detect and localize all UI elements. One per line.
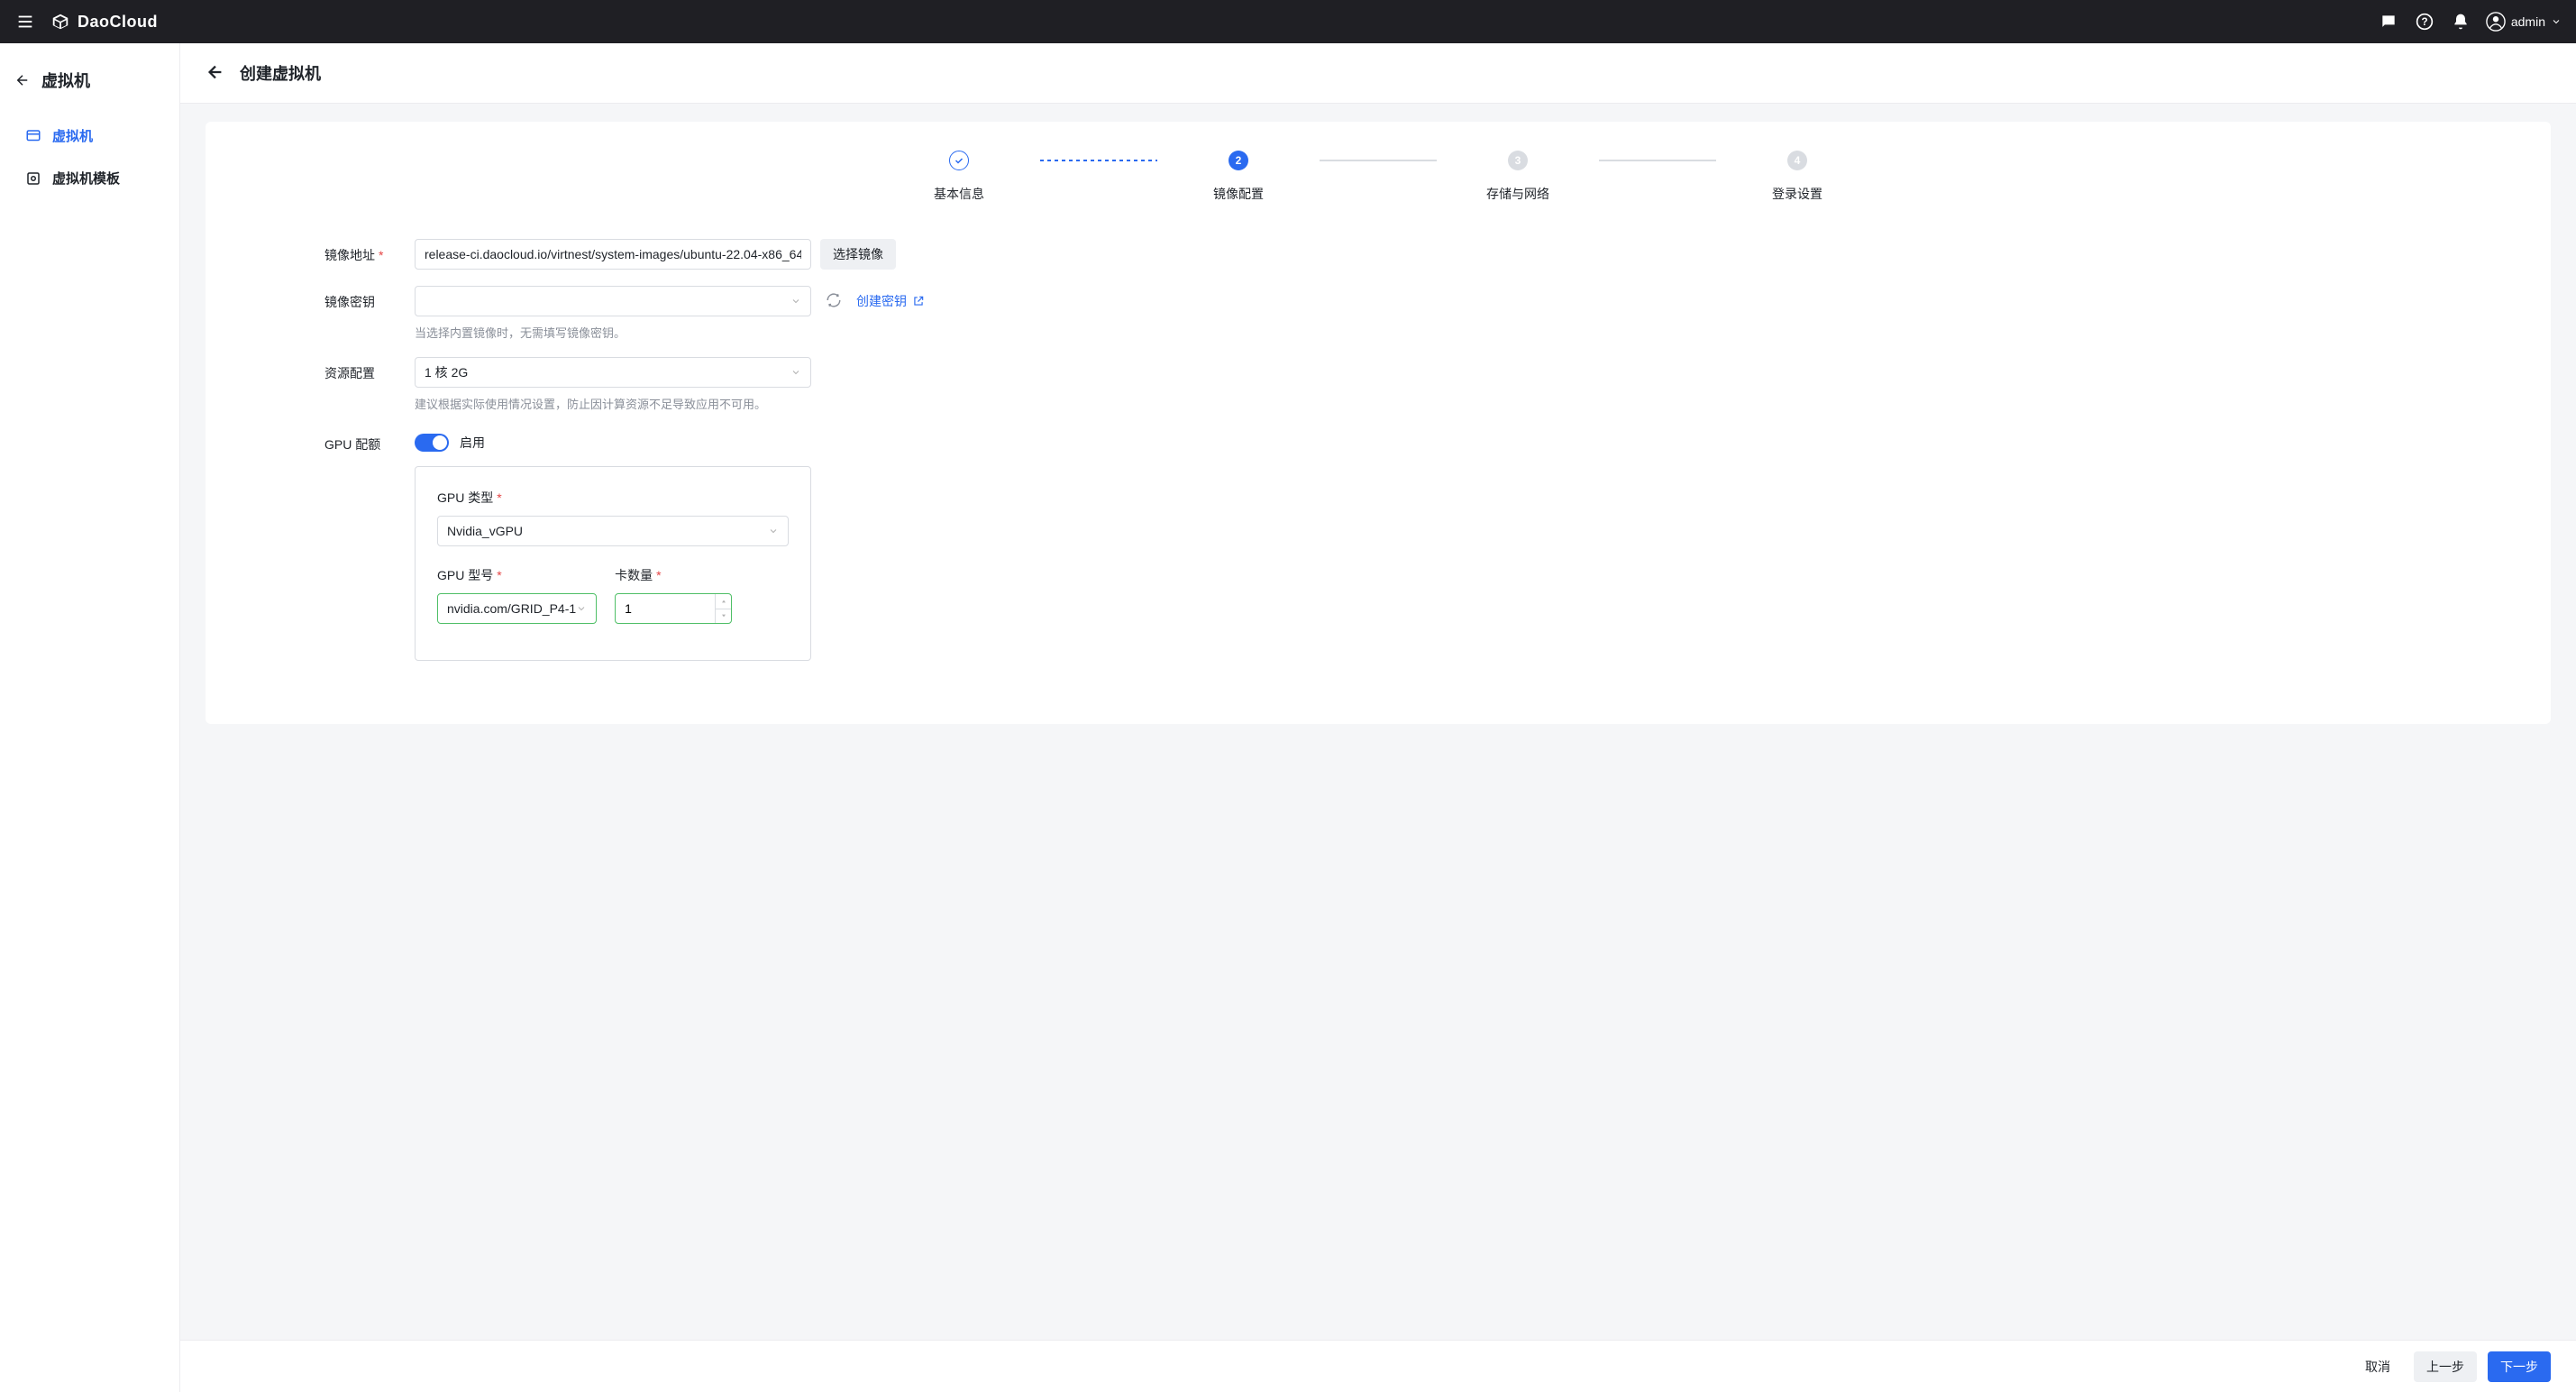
gpu-box: GPU 类型* Nvidia_vGPU GPU 型号* n — [415, 466, 811, 661]
image-secret-help: 当选择内置镜像时，无需填写镜像密钥。 — [415, 324, 973, 341]
user-name: admin — [2511, 14, 2545, 29]
sidebar-item-vm-template[interactable]: 虚拟机模板 — [7, 158, 172, 198]
form: 镜像地址* 选择镜像 镜像密钥 — [324, 239, 973, 661]
gpu-enable-toggle[interactable] — [415, 434, 449, 452]
user-menu[interactable]: admin — [2486, 12, 2562, 32]
gpu-enable-label: 启用 — [460, 434, 485, 452]
resource-help: 建议根据实际使用情况设置，防止因计算资源不足导致应用不可用。 — [415, 395, 973, 412]
step-connector — [1320, 160, 1437, 161]
sidebar-title: 虚拟机 — [41, 69, 90, 92]
help-icon[interactable]: ? — [2414, 11, 2435, 32]
sidebar-item-vm[interactable]: 虚拟机 — [7, 115, 172, 156]
hamburger-icon[interactable] — [14, 11, 36, 32]
gpu-model-select[interactable]: nvidia.com/GRID_P4-1 — [437, 593, 597, 624]
sidebar-item-label: 虚拟机 — [52, 126, 93, 145]
step-connector — [1040, 160, 1157, 161]
chat-icon[interactable] — [2378, 11, 2399, 32]
svg-text:?: ? — [2421, 16, 2427, 28]
step-login[interactable]: 4 登录设置 — [1716, 151, 1878, 203]
gpu-count-input[interactable] — [615, 593, 732, 624]
sidebar-item-label: 虚拟机模板 — [52, 169, 120, 188]
bell-icon[interactable] — [2450, 11, 2471, 32]
form-card: 基本信息 2 镜像配置 3 存储与网络 4 登录设置 — [206, 122, 2551, 724]
page-title: 创建虚拟机 — [240, 61, 321, 85]
footer: 取消 上一步 下一步 — [180, 1340, 2576, 1392]
next-button[interactable]: 下一步 — [2488, 1351, 2551, 1382]
step-basic[interactable]: 基本信息 — [878, 151, 1040, 203]
resource-select[interactable]: 1 核 2G — [415, 357, 811, 388]
stepper-down-icon[interactable] — [716, 609, 731, 624]
row-image-secret: 镜像密钥 创建密钥 — [324, 286, 973, 341]
row-gpu-quota: GPU 配额 启用 GPU 类型* Nvidia_vGPU — [324, 428, 973, 661]
row-image-url: 镜像地址* 选择镜像 — [324, 239, 973, 270]
stepper: 基本信息 2 镜像配置 3 存储与网络 4 登录设置 — [234, 151, 2522, 203]
create-secret-link[interactable]: 创建密钥 — [856, 292, 925, 310]
row-resource: 资源配置 1 核 2G 建议根据实际使用情况设置，防止因计算资源不足导致应用不可… — [324, 357, 973, 412]
page-header: 创建虚拟机 — [180, 43, 2576, 104]
back-icon[interactable] — [206, 62, 225, 85]
refresh-icon[interactable] — [826, 292, 842, 311]
step-image[interactable]: 2 镜像配置 — [1157, 151, 1320, 203]
image-secret-select[interactable] — [415, 286, 811, 316]
brand-name: DaoCloud — [78, 13, 158, 32]
brand-logo[interactable]: DaoCloud — [50, 12, 158, 32]
stepper-up-icon[interactable] — [716, 594, 731, 609]
step-connector — [1599, 160, 1716, 161]
image-url-input[interactable] — [415, 239, 811, 270]
sidebar: 虚拟机 虚拟机 虚拟机模板 — [0, 43, 180, 1392]
prev-button[interactable]: 上一步 — [2414, 1351, 2477, 1382]
step-storage[interactable]: 3 存储与网络 — [1437, 151, 1599, 203]
topbar: DaoCloud ? admin — [0, 0, 2576, 43]
cancel-button[interactable]: 取消 — [2352, 1351, 2403, 1382]
gpu-type-select[interactable]: Nvidia_vGPU — [437, 516, 789, 546]
main: 创建虚拟机 基本信息 2 镜像配置 — [180, 43, 2576, 1392]
sidebar-header[interactable]: 虚拟机 — [0, 61, 179, 110]
select-image-button[interactable]: 选择镜像 — [820, 239, 896, 270]
